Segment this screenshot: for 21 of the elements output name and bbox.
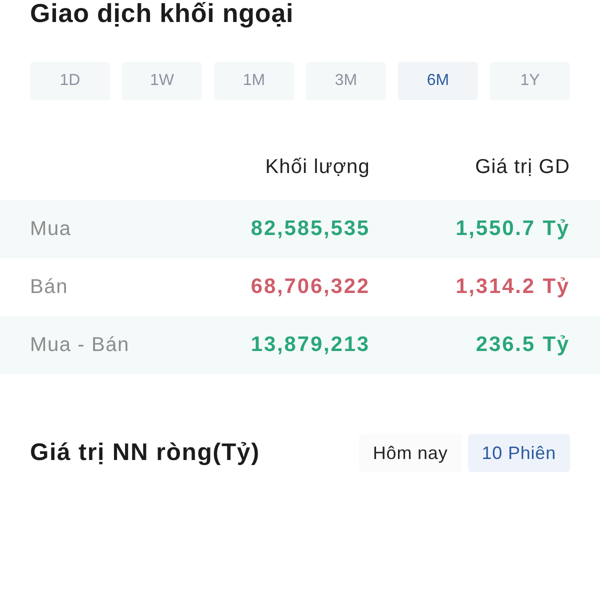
volume-cell: 13,879,213 — [250, 333, 370, 357]
section-title: Giao dịch khối ngoại — [30, 0, 294, 26]
column-header: Giá trị GD — [475, 156, 570, 178]
column-header: Khối lượng — [265, 156, 370, 178]
section-title: Giá trị NN ròng(Tỷ) — [30, 439, 260, 467]
period-tab[interactable]: 1W — [122, 62, 202, 100]
period-tab[interactable]: 6M — [398, 62, 478, 100]
period-tab[interactable]: 3M — [306, 62, 386, 100]
volume-cell: 68,706,322 — [250, 275, 370, 299]
value-cell: 236.5 Tỷ — [476, 333, 570, 357]
row-label: Mua - Bán — [30, 334, 130, 356]
row-label: Mua — [30, 218, 72, 240]
value-cell: 1,550.7 Tỷ — [456, 217, 570, 241]
range-toggle[interactable]: 10 Phiên — [468, 434, 570, 472]
volume-cell: 82,585,535 — [250, 217, 370, 241]
period-tab[interactable]: 1M — [214, 62, 294, 100]
period-tab[interactable]: 1Y — [490, 62, 570, 100]
range-toggle[interactable]: Hôm nay — [358, 434, 462, 472]
row-label: Bán — [30, 276, 68, 298]
value-cell: 1,314.2 Tỷ — [456, 275, 570, 299]
period-tab[interactable]: 1D — [30, 62, 110, 100]
